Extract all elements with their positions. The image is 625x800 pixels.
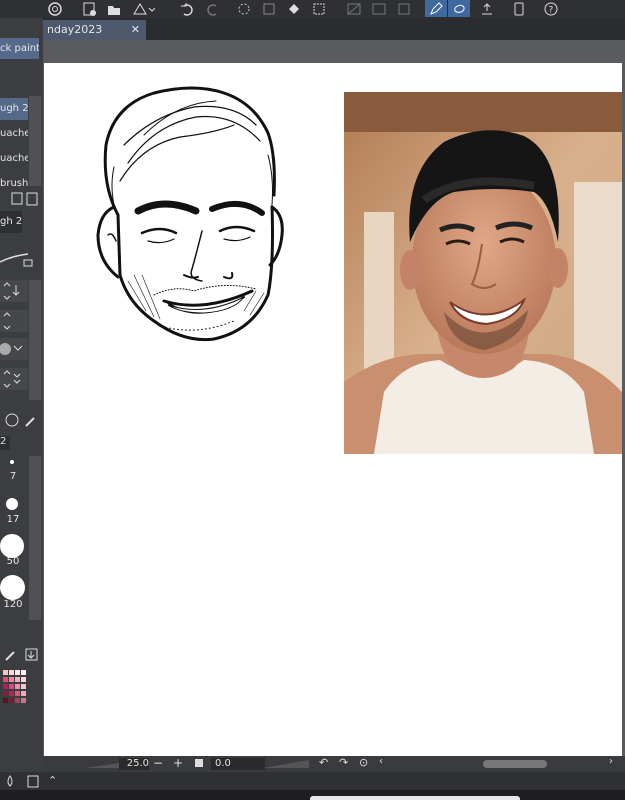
- redo-icon[interactable]: [202, 0, 224, 17]
- zoom-field[interactable]: 25.0: [119, 758, 149, 770]
- reset-rotation-icon[interactable]: ⊙: [359, 756, 368, 769]
- brush-list-scrollbar[interactable]: [29, 96, 41, 186]
- ruler-icon[interactable]: [343, 0, 365, 17]
- color-swatch[interactable]: [15, 677, 20, 682]
- color-swatch[interactable]: [9, 684, 14, 689]
- color-swatch[interactable]: [3, 691, 8, 696]
- rotate-right-icon[interactable]: ↷: [339, 756, 348, 769]
- scroll-left-icon[interactable]: ‹: [379, 756, 383, 767]
- settings-icons[interactable]: [2, 410, 40, 430]
- color-set-palette[interactable]: [0, 670, 28, 744]
- fill-mode-button[interactable]: ck paint: [0, 38, 39, 59]
- brush-actions: [2, 190, 40, 208]
- layer-actions[interactable]: [4, 774, 44, 788]
- canvas-area[interactable]: [43, 40, 625, 756]
- brush-size-label: 7: [9, 471, 17, 482]
- export-icon[interactable]: [476, 0, 498, 17]
- crop-icon[interactable]: [368, 0, 390, 17]
- color-swatch[interactable]: [15, 684, 20, 689]
- reference-photo: [344, 92, 622, 454]
- fill-icon[interactable]: [283, 0, 305, 17]
- save-icon[interactable]: [128, 0, 158, 17]
- zoom-in-icon[interactable]: +: [173, 756, 183, 770]
- brush-item[interactable]: ugh 2: [0, 98, 28, 120]
- canvas-paper[interactable]: [44, 63, 622, 756]
- horizontal-scrollbar[interactable]: [483, 760, 547, 768]
- document-tab-title: nday2023: [47, 23, 103, 36]
- color-swatch[interactable]: [3, 670, 8, 675]
- brush-settings[interactable]: [0, 280, 42, 400]
- layer-number: 2: [0, 436, 10, 450]
- color-swatch[interactable]: [9, 677, 14, 682]
- color-swatch[interactable]: [21, 691, 26, 696]
- zoom-out-icon[interactable]: −: [153, 756, 163, 770]
- phone-icon[interactable]: [508, 0, 530, 17]
- brush-size-dot[interactable]: [10, 460, 14, 464]
- color-swatch[interactable]: [21, 677, 26, 682]
- color-swatch[interactable]: [3, 684, 8, 689]
- color-swatch[interactable]: [15, 670, 20, 675]
- undo-icon[interactable]: [176, 0, 198, 17]
- brush-size-dot[interactable]: [0, 575, 25, 600]
- color-swatch[interactable]: [21, 698, 26, 703]
- open-folder-icon[interactable]: [103, 0, 125, 17]
- angle-slider[interactable]: [261, 758, 311, 770]
- color-swatch[interactable]: [3, 698, 8, 703]
- palette-tools[interactable]: [2, 646, 40, 664]
- expand-icon[interactable]: ⌃: [48, 774, 57, 787]
- color-swatch[interactable]: [9, 670, 14, 675]
- document-tab-bar: nday2023 ✕: [43, 18, 625, 40]
- caricature-drawing: [96, 86, 284, 342]
- color-swatch[interactable]: [21, 684, 26, 689]
- subtool-panel: ck paint ugh 2 uache uache brush gh 2 2 …: [0, 18, 44, 790]
- lasso-icon[interactable]: [448, 0, 470, 17]
- grid-icon[interactable]: [258, 0, 280, 17]
- scroll-right-icon[interactable]: ›: [609, 756, 613, 767]
- navigator-bar: 25.0 − + 0.0 ↶ ↷ ⊙ ‹ ›: [43, 756, 625, 772]
- pen-icon[interactable]: [425, 0, 447, 17]
- help-icon[interactable]: ?: [540, 0, 562, 17]
- brush-size-palette: 7 17 50 120: [0, 450, 43, 622]
- subtool-label: gh 2: [0, 211, 22, 233]
- brush-stroke-preview: [0, 240, 40, 270]
- brush-item[interactable]: uache: [0, 148, 28, 170]
- brush-size-label: 17: [6, 514, 20, 525]
- rotate-left-icon[interactable]: ↶: [319, 756, 328, 769]
- brush-size-dot[interactable]: [0, 534, 24, 558]
- svg-text:?: ?: [549, 5, 554, 15]
- brush-size-label: 50: [6, 556, 20, 567]
- color-swatch[interactable]: [15, 698, 20, 703]
- brush-size-dot[interactable]: [6, 498, 18, 510]
- color-swatch[interactable]: [15, 691, 20, 696]
- close-icon[interactable]: ✕: [131, 20, 140, 40]
- os-taskbar: [0, 790, 625, 800]
- main-toolbar: ?: [0, 0, 625, 19]
- taskbar-window[interactable]: [310, 796, 520, 800]
- color-swatch[interactable]: [9, 698, 14, 703]
- selection-icon[interactable]: [308, 0, 330, 17]
- new-canvas-icon[interactable]: [78, 0, 100, 17]
- frame-icon[interactable]: [393, 0, 415, 17]
- document-tab[interactable]: nday2023 ✕: [43, 20, 146, 40]
- color-swatch[interactable]: [3, 677, 8, 682]
- brush-item[interactable]: uache: [0, 123, 28, 145]
- transform-icon[interactable]: [233, 0, 255, 17]
- color-swatch[interactable]: [9, 691, 14, 696]
- fit-icon[interactable]: [195, 759, 203, 767]
- brush-size-label: 120: [3, 599, 23, 610]
- app-logo-icon[interactable]: [44, 0, 66, 17]
- angle-field[interactable]: 0.0: [211, 758, 265, 770]
- status-bar: ⌃: [0, 772, 625, 790]
- color-swatch[interactable]: [21, 670, 26, 675]
- brush-size-scrollbar[interactable]: [29, 456, 41, 620]
